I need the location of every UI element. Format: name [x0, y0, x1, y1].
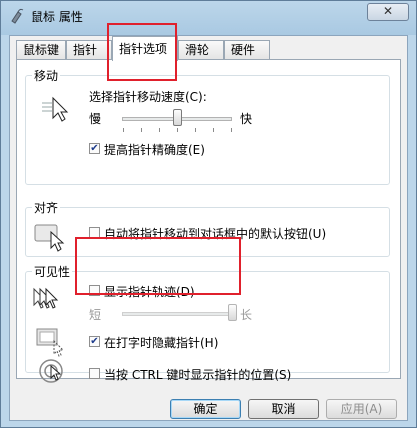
slider-tick	[195, 128, 196, 132]
tab-wheel[interactable]: 滑轮	[178, 40, 224, 60]
show-location-ctrl-label[interactable]: 当按 CTRL 键时显示指针的位置(S)	[104, 366, 291, 383]
pointer-speed-icon	[42, 96, 69, 122]
enhance-precision-label[interactable]: 提高指针精确度(E)	[104, 141, 205, 158]
tab-pointers[interactable]: 指针	[66, 40, 112, 60]
slider-tick	[177, 128, 178, 132]
mouse-properties-window: 鼠标 属性 ✕ 鼠标键 指针 指针选项 滑轮 硬件 移动 选择指针移动速度(C)…	[0, 0, 417, 428]
pointer-speed-label: 选择指针移动速度(C):	[89, 90, 207, 104]
tab-hardware[interactable]: 硬件	[224, 40, 270, 60]
pointer-options-panel: 移动 选择指针移动速度(C): 慢 快 ✔ 提高指针精确度(E) 对齐 自动将指…	[16, 59, 401, 383]
motion-group: 移动 选择指针移动速度(C): 慢 快 ✔ 提高指针精确度(E)	[25, 67, 390, 185]
motion-group-title: 移动	[32, 67, 61, 84]
tab-highlight-box	[107, 23, 177, 81]
slider-tick	[159, 128, 160, 132]
locate-pointer-icon	[39, 359, 63, 383]
apply-button[interactable]: 应用(A)	[326, 399, 397, 419]
trails-highlight-box	[75, 237, 241, 295]
ok-button[interactable]: 确定	[170, 399, 241, 419]
snap-to-default-icon	[34, 224, 65, 252]
short-label: 短	[89, 308, 102, 322]
slider-tick	[213, 128, 214, 132]
visibility-group-title: 可见性	[32, 263, 73, 280]
window-title: 鼠标 属性	[31, 10, 83, 24]
cancel-button[interactable]: 取消	[248, 399, 319, 419]
pointer-speed-slider-thumb[interactable]	[172, 109, 182, 126]
trail-length-slider[interactable]	[122, 312, 232, 316]
snap-to-group-title: 对齐	[32, 199, 61, 216]
mouse-icon	[11, 8, 24, 24]
slider-tick	[123, 128, 124, 132]
title-bar[interactable]: 鼠标 属性 ✕	[1, 1, 416, 31]
fast-label: 快	[240, 112, 253, 126]
trail-length-slider-thumb[interactable]	[227, 304, 237, 321]
hide-pointer-icon	[36, 328, 65, 357]
hide-while-typing-checkbox[interactable]: ✔	[89, 336, 100, 347]
slider-tick	[141, 128, 142, 132]
hide-while-typing-label[interactable]: 在打字时隐藏指针(H)	[104, 334, 218, 351]
slow-label: 慢	[89, 112, 102, 126]
tab-buttons[interactable]: 鼠标键	[16, 40, 66, 60]
dialog-client-area: 鼠标键 指针 指针选项 滑轮 硬件 移动 选择指针移动速度(C): 慢 快 ✔ …	[9, 35, 408, 421]
close-button[interactable]: ✕	[367, 3, 409, 21]
enhance-precision-checkbox[interactable]: ✔	[89, 143, 100, 154]
pointer-trails-icon	[33, 287, 59, 309]
show-location-ctrl-checkbox[interactable]	[89, 368, 100, 379]
slider-tick	[231, 128, 232, 132]
long-label: 长	[240, 308, 253, 322]
